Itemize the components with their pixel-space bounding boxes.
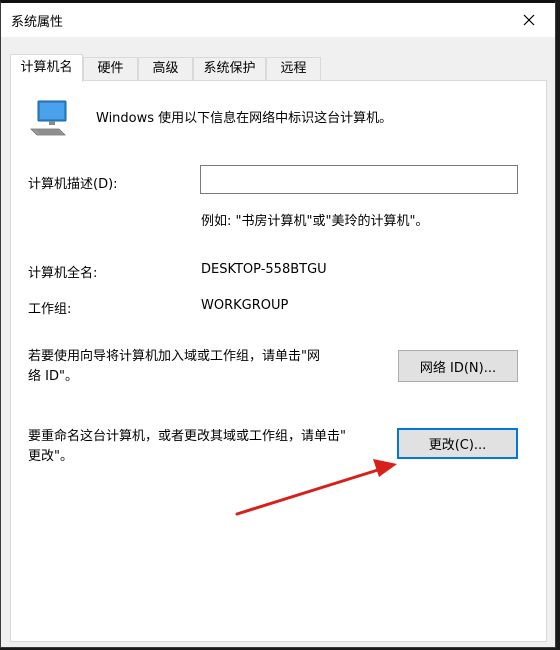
tab-remote[interactable]: 远程	[266, 57, 321, 81]
network-id-text-line2: 络 ID"。	[28, 369, 78, 384]
tab-panel: Windows 使用以下信息在网络中标识这台计算机。 计算机描述(D): 例如:…	[10, 80, 547, 642]
title-bar[interactable]: 系统属性	[1, 3, 555, 37]
computer-icon	[30, 100, 67, 136]
workgroup-value: WORKGROUP	[201, 298, 289, 313]
description-label: 计算机描述(D):	[28, 177, 118, 192]
example-text: 例如: "书房计算机"或"美玲的计算机"。	[201, 214, 429, 229]
rename-text: 要重命名这台计算机，或者更改其域或工作组，请单击" 更改"。	[28, 427, 346, 467]
system-properties-window: 系统属性 计算机名 硬件 高级 系统保护 远程 Windows 使用以下信息在网…	[0, 0, 556, 648]
network-id-text: 若要使用向导将计算机加入域或工作组，请单击"网 络 ID"。	[28, 347, 320, 387]
description-input[interactable]	[200, 165, 518, 194]
rename-text-line1: 要重命名这台计算机，或者更改其域或工作组，请单击"	[28, 429, 346, 444]
network-id-button[interactable]: 网络 ID(N)...	[398, 350, 518, 382]
tab-advanced[interactable]: 高级	[138, 57, 193, 81]
change-button[interactable]: 更改(C)...	[397, 428, 518, 459]
full-name-value: DESKTOP-558BTGU	[201, 262, 327, 277]
network-id-text-line1: 若要使用向导将计算机加入域或工作组，请单击"网	[28, 349, 320, 364]
intro-text: Windows 使用以下信息在网络中标识这台计算机。	[96, 111, 393, 126]
close-button[interactable]	[511, 5, 547, 35]
full-name-label: 计算机全名:	[28, 266, 98, 281]
workgroup-label: 工作组:	[28, 302, 72, 317]
rename-text-line2: 更改"。	[28, 449, 73, 464]
window-title: 系统属性	[11, 15, 64, 30]
tab-system-protection[interactable]: 系统保护	[193, 57, 266, 81]
close-icon	[523, 14, 535, 26]
tab-computer-name[interactable]: 计算机名	[10, 54, 83, 82]
tab-hardware[interactable]: 硬件	[83, 57, 138, 81]
